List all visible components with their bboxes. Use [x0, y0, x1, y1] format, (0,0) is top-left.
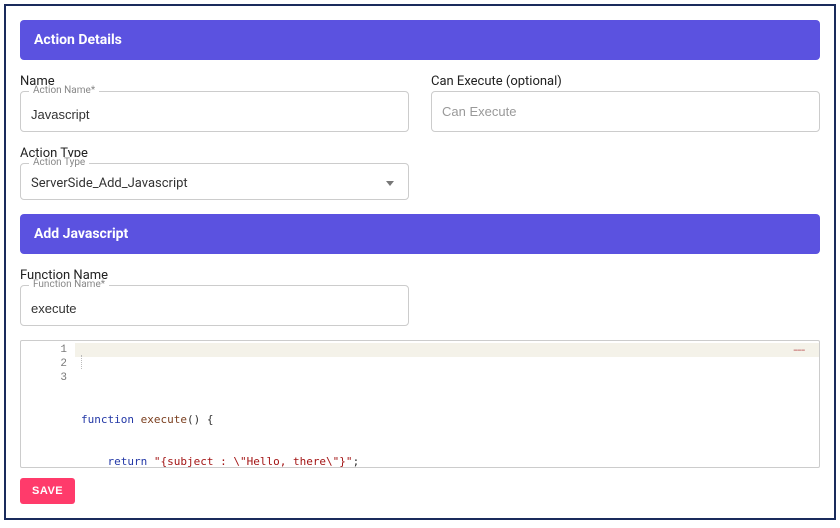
token-keyword: return — [108, 455, 148, 468]
line-number: 3 — [23, 371, 67, 385]
token-function: execute — [134, 413, 187, 426]
label-can-execute: Can Execute (optional) — [431, 74, 820, 89]
field-function-name: Function Name Function Name* — [20, 268, 409, 326]
section-header-action-details: Action Details — [20, 20, 820, 60]
code-highlight-line — [75, 343, 819, 357]
code-editor[interactable]: 1 2 3 ▬▬▬ function execute() { return "{… — [20, 340, 820, 468]
row-function-name: Function Name Function Name* — [20, 268, 820, 326]
code-line: return "{subject : \"Hello, there\"}"; — [81, 455, 813, 468]
section-title: Action Details — [34, 32, 122, 48]
indent-guide-icon — [81, 355, 93, 369]
token-string: "{subject : \"Hello, there\"}" — [147, 455, 352, 468]
float-label-function-name: Function Name* — [29, 279, 109, 290]
can-execute-input[interactable] — [431, 91, 820, 132]
field-name: Name Action Name* — [20, 74, 409, 132]
minimap-icon: ▬▬▬ — [794, 343, 805, 357]
section-title: Add Javascript — [34, 226, 128, 242]
line-number: 2 — [23, 357, 67, 371]
form-container: Action Details Name Action Name* Can Exe… — [4, 4, 836, 520]
action-type-value: ServerSide_Add_Javascript — [31, 176, 386, 191]
chevron-down-icon — [386, 181, 394, 186]
code-gutter: 1 2 3 — [21, 341, 75, 467]
float-label-name: Action Name* — [29, 85, 99, 96]
code-body[interactable]: ▬▬▬ function execute() { return "{subjec… — [75, 341, 819, 467]
input-wrap-name: Action Name* — [20, 91, 409, 132]
row-name-canexecute: Name Action Name* Can Execute (optional) — [20, 74, 820, 132]
line-number: 1 — [23, 343, 67, 357]
float-label-action-type: Action Type — [29, 157, 89, 168]
field-action-type: Action Type Action Type ServerSide_Add_J… — [20, 146, 409, 200]
token-punc: () { — [187, 413, 214, 426]
save-button[interactable]: SAVE — [20, 478, 75, 504]
input-wrap-function-name: Function Name* — [20, 285, 409, 326]
row-action-type: Action Type Action Type ServerSide_Add_J… — [20, 146, 820, 200]
field-can-execute: Can Execute (optional) — [431, 74, 820, 132]
function-name-input[interactable] — [31, 301, 398, 316]
code-line: function execute() { — [81, 413, 813, 427]
token-keyword: function — [81, 413, 134, 426]
token-punc: ; — [353, 455, 360, 468]
name-input[interactable] — [31, 107, 398, 122]
section-header-add-javascript: Add Javascript — [20, 214, 820, 254]
action-type-select[interactable]: Action Type ServerSide_Add_Javascript — [20, 163, 409, 200]
